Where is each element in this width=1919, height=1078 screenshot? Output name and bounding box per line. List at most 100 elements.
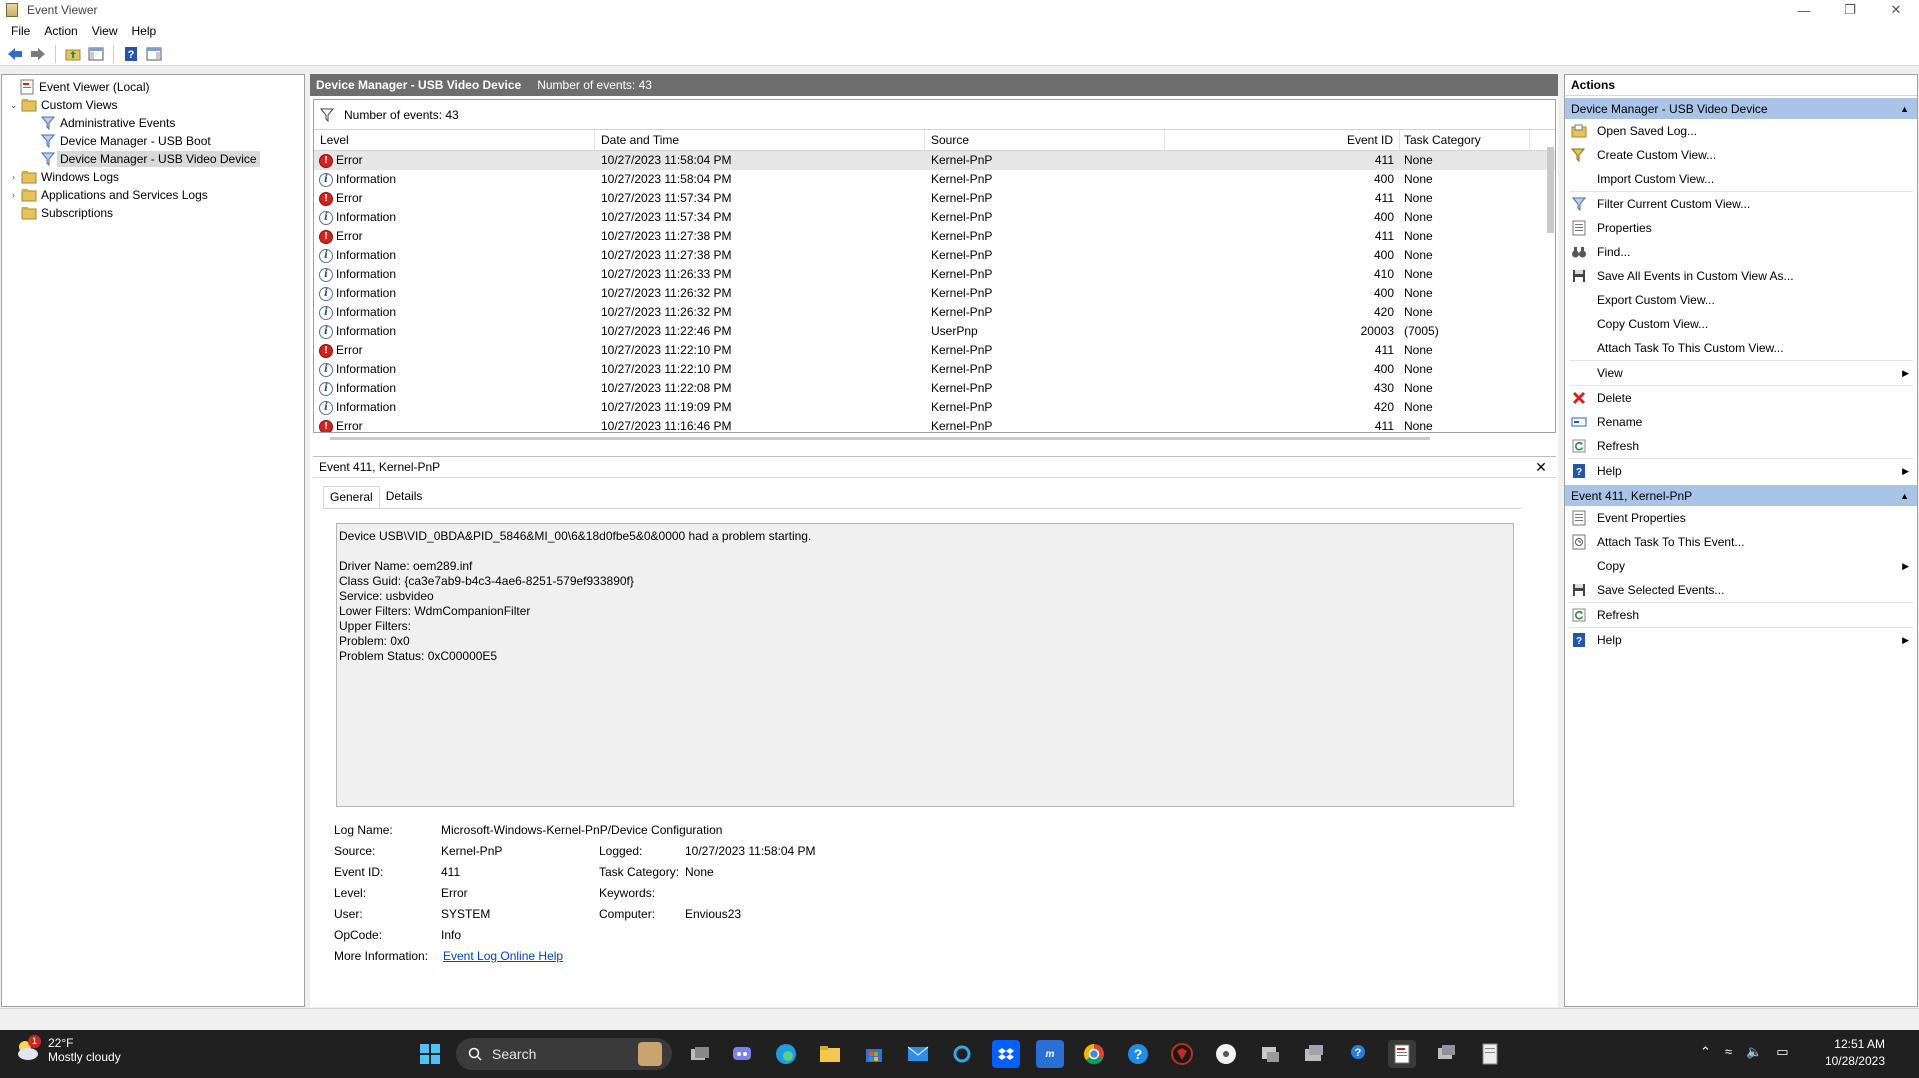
- action-copy-custom-view[interactable]: Copy Custom View...: [1565, 312, 1917, 336]
- action-properties[interactable]: Properties: [1565, 216, 1917, 240]
- table-row[interactable]: i Information 10/27/2023 11:22:46 PM UserPn…: [314, 322, 1555, 341]
- edge-button[interactable]: [772, 1040, 800, 1068]
- action-export-custom-view[interactable]: Export Custom View...: [1565, 288, 1917, 312]
- cortana-button[interactable]: [948, 1040, 976, 1068]
- device-manager-button[interactable]: [1300, 1040, 1328, 1068]
- table-row[interactable]: ! Error 10/27/2023 11:58:04 PM Kernel-PnP 41…: [314, 151, 1555, 170]
- column-level[interactable]: Level: [314, 130, 595, 151]
- expand-icon[interactable]: ›: [8, 172, 19, 182]
- app-circle-button[interactable]: [1212, 1040, 1240, 1068]
- up-folder-button[interactable]: [63, 44, 83, 64]
- tree-item[interactable]: › Applications and Services Logs: [2, 186, 304, 204]
- weather-widget[interactable]: 1 22°F Mostly cloudy: [14, 1035, 121, 1064]
- menu-view[interactable]: View: [85, 24, 125, 38]
- chrome-button[interactable]: [1080, 1040, 1108, 1068]
- settings-device-button[interactable]: [1432, 1040, 1460, 1068]
- file-explorer-button[interactable]: [816, 1040, 844, 1068]
- battery-icon[interactable]: ▭: [1776, 1044, 1788, 1060]
- action-find[interactable]: Find...: [1565, 240, 1917, 264]
- menu-help[interactable]: Help: [125, 24, 164, 38]
- collapse-icon[interactable]: ▲: [1900, 104, 1909, 114]
- wifi-icon[interactable]: ≈: [1725, 1044, 1732, 1060]
- table-row[interactable]: i Information 10/27/2023 11:27:38 PM Kernel…: [314, 246, 1555, 265]
- volume-icon[interactable]: 🔈: [1746, 1044, 1762, 1060]
- action-save-all-events-in-custom-view-as[interactable]: Save All Events in Custom View As...: [1565, 264, 1917, 288]
- table-row[interactable]: i Information 10/27/2023 11:22:10 PM Kernel…: [314, 360, 1555, 379]
- action-open-saved-log[interactable]: Open Saved Log...: [1565, 119, 1917, 143]
- expand-icon[interactable]: ›: [8, 190, 19, 200]
- store-button[interactable]: [860, 1040, 888, 1068]
- help-button[interactable]: ?: [121, 44, 141, 64]
- column-date-time[interactable]: Date and Time: [595, 130, 925, 151]
- action-refresh[interactable]: Refresh: [1565, 434, 1917, 458]
- table-row[interactable]: ! Error 10/27/2023 11:16:46 PM Kernel-PnP 41…: [314, 417, 1555, 432]
- close-button[interactable]: ✕: [1873, 0, 1919, 20]
- column-event-id[interactable]: Event ID: [1165, 130, 1400, 151]
- table-row[interactable]: i Information 10/27/2023 11:26:33 PM Kernel…: [314, 265, 1555, 284]
- event-message[interactable]: Device USB\VID_0BDA&PID_5846&MI_00\6&18d…: [336, 523, 1514, 807]
- action-create-custom-view[interactable]: Create Custom View...: [1565, 143, 1917, 167]
- vertical-scrollbar[interactable]: [1547, 147, 1554, 233]
- back-button[interactable]: [5, 44, 25, 64]
- tree-item[interactable]: Device Manager - USB Video Device: [2, 150, 304, 168]
- menu-action[interactable]: Action: [37, 24, 84, 38]
- restore-button[interactable]: ❐: [1827, 0, 1873, 20]
- tree-item[interactable]: ⌄ Custom Views: [2, 96, 304, 114]
- action-view[interactable]: View ▶: [1565, 361, 1917, 385]
- tree-item[interactable]: Subscriptions: [2, 204, 304, 222]
- tab-general[interactable]: General: [323, 486, 380, 508]
- taskbar-search[interactable]: Search: [456, 1038, 672, 1070]
- action-save-selected-events[interactable]: Save Selected Events...: [1565, 578, 1917, 602]
- action-delete[interactable]: Delete: [1565, 386, 1917, 410]
- show-hide-tree-button[interactable]: [86, 44, 106, 64]
- action-help[interactable]: ? Help ▶: [1565, 628, 1917, 652]
- horizontal-scrollbar[interactable]: [330, 437, 1430, 440]
- mdp-app-button[interactable]: m: [1036, 1040, 1064, 1068]
- event-viewer-taskbar-button[interactable]: [1388, 1040, 1416, 1068]
- collapse-icon[interactable]: ⌄: [8, 100, 19, 111]
- action-import-custom-view[interactable]: Import Custom View...: [1565, 167, 1917, 191]
- table-row[interactable]: ! Error 10/27/2023 11:22:10 PM Kernel-PnP 41…: [314, 341, 1555, 360]
- action-help[interactable]: ? Help ▶: [1565, 459, 1917, 483]
- action-attach-task-to-this-event[interactable]: Attach Task To This Event...: [1565, 530, 1917, 554]
- action-copy[interactable]: Copy ▶: [1565, 554, 1917, 578]
- start-button[interactable]: [416, 1040, 444, 1068]
- table-row[interactable]: i Information 10/27/2023 11:22:08 PM Kernel…: [314, 379, 1555, 398]
- detail-close-button[interactable]: ✕: [1532, 458, 1550, 476]
- actions-group-view[interactable]: Device Manager - USB Video Device ▲: [1565, 98, 1917, 119]
- table-row[interactable]: ! Error 10/27/2023 11:27:38 PM Kernel-PnP 41…: [314, 227, 1555, 246]
- tree-item[interactable]: Device Manager - USB Boot: [2, 132, 304, 150]
- table-row[interactable]: i Information 10/27/2023 11:26:32 PM Kernel…: [314, 284, 1555, 303]
- action-rename[interactable]: Rename: [1565, 410, 1917, 434]
- table-row[interactable]: i Information 10/27/2023 11:58:04 PM Kernel…: [314, 170, 1555, 189]
- teams-chat-button[interactable]: [728, 1040, 756, 1068]
- clock[interactable]: 12:51 AM 10/28/2023: [1825, 1036, 1885, 1070]
- table-row[interactable]: i Information 10/27/2023 11:26:32 PM Kernel…: [314, 303, 1555, 322]
- tree-item[interactable]: Event Viewer (Local): [2, 78, 304, 96]
- column-source[interactable]: Source: [925, 130, 1165, 151]
- action-filter-current-custom-view[interactable]: Filter Current Custom View...: [1565, 192, 1917, 216]
- collapse-icon[interactable]: ▲: [1900, 491, 1909, 501]
- tab-details[interactable]: Details: [380, 486, 429, 508]
- action-refresh[interactable]: Refresh: [1565, 603, 1917, 627]
- tree-item[interactable]: › Windows Logs: [2, 168, 304, 186]
- action-attach-task-to-this-custom-view[interactable]: Attach Task To This Custom View...: [1565, 336, 1917, 360]
- computer-management-button[interactable]: [1256, 1040, 1284, 1068]
- menu-file[interactable]: File: [4, 24, 37, 38]
- table-row[interactable]: ! Error 10/27/2023 11:57:34 PM Kernel-PnP 41…: [314, 189, 1555, 208]
- forward-button[interactable]: [28, 44, 48, 64]
- dropbox-button[interactable]: [992, 1040, 1020, 1068]
- help-tips-button[interactable]: ?: [1344, 1040, 1372, 1068]
- task-view-button[interactable]: [686, 1040, 714, 1068]
- show-hide-action-pane-button[interactable]: [144, 44, 164, 64]
- event-log-online-help-link[interactable]: Event Log Online Help: [443, 949, 563, 963]
- table-row[interactable]: i Information 10/27/2023 11:19:09 PM Kernel…: [314, 398, 1555, 417]
- actions-group-event[interactable]: Event 411, Kernel-PnP ▲: [1565, 485, 1917, 506]
- get-help-button[interactable]: ?: [1124, 1040, 1152, 1068]
- antivirus-button[interactable]: [1168, 1040, 1196, 1068]
- mail-button[interactable]: [904, 1040, 932, 1068]
- table-row[interactable]: i Information 10/27/2023 11:57:34 PM Kernel…: [314, 208, 1555, 227]
- column-task-category[interactable]: Task Category: [1400, 130, 1530, 151]
- tray-overflow-icon[interactable]: ⌃: [1700, 1044, 1711, 1060]
- minimize-button[interactable]: —: [1781, 0, 1827, 20]
